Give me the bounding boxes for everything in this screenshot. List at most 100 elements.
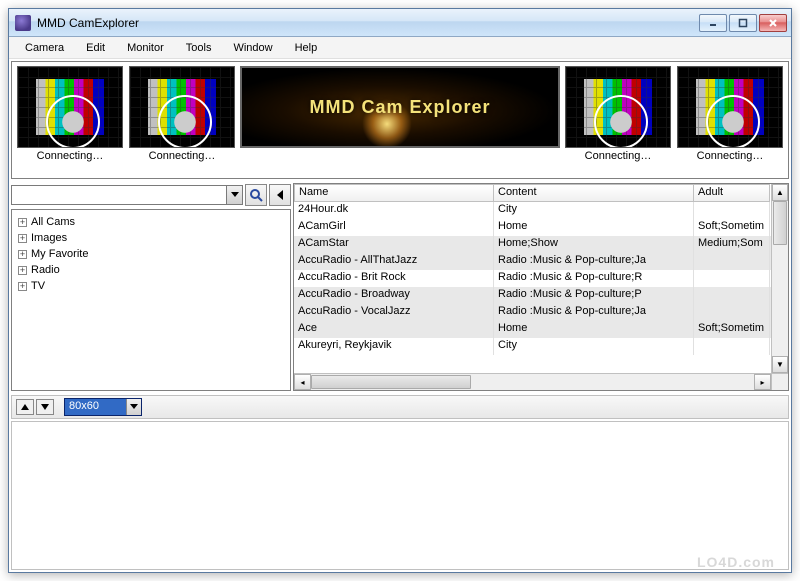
test-pattern-icon: [677, 66, 783, 148]
thumbnail-label: Connecting…: [128, 150, 236, 162]
maximize-icon: [738, 18, 748, 28]
banner-text: MMD Cam Explorer: [309, 97, 490, 118]
cell-content: City: [494, 338, 694, 355]
minimize-button[interactable]: [699, 14, 727, 32]
scroll-thumb[interactable]: [773, 201, 787, 245]
cell-content: Radio :Music & Pop-culture;Ja: [494, 304, 694, 321]
cell-adult: Soft;Sometim: [694, 219, 770, 236]
column-header-adult[interactable]: Adult: [694, 184, 770, 202]
table-row[interactable]: AccuRadio - Brit RockRadio :Music & Pop-…: [294, 270, 788, 287]
test-pattern-icon: [129, 66, 235, 148]
expand-icon[interactable]: +: [18, 234, 27, 243]
thumbnail-item[interactable]: Connecting…: [564, 66, 672, 162]
cell-content: Home: [494, 321, 694, 338]
search-input[interactable]: [12, 186, 226, 204]
size-selector[interactable]: 80x60: [64, 398, 142, 416]
tree-item-tv[interactable]: + TV: [16, 278, 286, 294]
thumbnail-item[interactable]: Connecting…: [676, 66, 784, 162]
thumbnail-item[interactable]: Connecting…: [128, 66, 236, 162]
column-header-content[interactable]: Content: [494, 184, 694, 202]
search-dropdown-button[interactable]: [226, 186, 242, 204]
scroll-left-button[interactable]: ◂: [294, 374, 311, 390]
table-row[interactable]: Akureyri, ReykjavikCity: [294, 338, 788, 355]
app-window: MMD CamExplorer Camera Edit Monitor Tool…: [8, 8, 792, 573]
menubar: Camera Edit Monitor Tools Window Help: [9, 37, 791, 59]
results-table: Name Content Adult 24Hour.dkCity ACamGir…: [293, 183, 789, 391]
scroll-up-button[interactable]: ▲: [772, 184, 788, 201]
table-row[interactable]: AceHomeSoft;Sometim: [294, 321, 788, 338]
cell-content: Radio :Music & Pop-culture;R: [494, 270, 694, 287]
size-dropdown-button[interactable]: [126, 399, 141, 415]
horizontal-scrollbar[interactable]: ◂ ▸: [294, 373, 771, 390]
tree-label: Radio: [31, 264, 60, 276]
cell-adult: Soft;Sometim: [694, 321, 770, 338]
table-row[interactable]: AccuRadio - BroadwayRadio :Music & Pop-c…: [294, 287, 788, 304]
table-row[interactable]: ACamGirlHomeSoft;Sometim: [294, 219, 788, 236]
expand-icon[interactable]: +: [18, 218, 27, 227]
cell-adult: [694, 338, 770, 355]
search-button[interactable]: [245, 184, 267, 206]
search-bar: [11, 183, 291, 207]
thumbnail-item[interactable]: Connecting…: [16, 66, 124, 162]
sort-descending-button[interactable]: [36, 399, 54, 415]
cell-name: AccuRadio - Brit Rock: [294, 270, 494, 287]
lower-toolbar: 80x60: [11, 395, 789, 419]
sort-ascending-button[interactable]: [16, 399, 34, 415]
cell-adult: Medium;Som: [694, 236, 770, 253]
scroll-track[interactable]: [311, 374, 754, 390]
column-header-name[interactable]: Name: [294, 184, 494, 202]
tree-item-all-cams[interactable]: + All Cams: [16, 214, 286, 230]
cell-name: AccuRadio - VocalJazz: [294, 304, 494, 321]
tree-item-radio[interactable]: + Radio: [16, 262, 286, 278]
menu-camera[interactable]: Camera: [15, 40, 74, 56]
menu-edit[interactable]: Edit: [76, 40, 115, 56]
close-button[interactable]: [759, 14, 787, 32]
thumbnail-label: Connecting…: [16, 150, 124, 162]
maximize-button[interactable]: [729, 14, 757, 32]
cell-adult: [694, 304, 770, 321]
window-title: MMD CamExplorer: [37, 16, 699, 30]
expand-icon[interactable]: +: [18, 266, 27, 275]
cell-name: Ace: [294, 321, 494, 338]
menu-help[interactable]: Help: [285, 40, 328, 56]
cell-adult: [694, 287, 770, 304]
menu-tools[interactable]: Tools: [176, 40, 222, 56]
vertical-scrollbar[interactable]: ▲ ▼: [771, 184, 788, 373]
test-pattern-icon: [565, 66, 671, 148]
middle-region: + All Cams + Images + My Favorite + Radi…: [11, 183, 789, 391]
scroll-down-button[interactable]: ▼: [772, 356, 788, 373]
cell-name: AccuRadio - AllThatJazz: [294, 253, 494, 270]
search-combo[interactable]: [11, 185, 243, 205]
table-row[interactable]: ACamStarHome;ShowMedium;Som: [294, 236, 788, 253]
expand-icon[interactable]: +: [18, 282, 27, 291]
tree-label: TV: [31, 280, 45, 292]
category-tree[interactable]: + All Cams + Images + My Favorite + Radi…: [11, 209, 291, 391]
tree-item-images[interactable]: + Images: [16, 230, 286, 246]
cell-name: AccuRadio - Broadway: [294, 287, 494, 304]
table-row[interactable]: AccuRadio - VocalJazzRadio :Music & Pop-…: [294, 304, 788, 321]
scroll-right-button[interactable]: ▸: [754, 374, 771, 390]
expand-icon[interactable]: +: [18, 250, 27, 259]
scroll-track[interactable]: [772, 201, 788, 356]
cell-content: City: [494, 202, 694, 219]
minimize-icon: [708, 18, 718, 28]
collapse-arrow-icon: [275, 189, 285, 201]
table-row[interactable]: AccuRadio - AllThatJazzRadio :Music & Po…: [294, 253, 788, 270]
tree-label: My Favorite: [31, 248, 88, 260]
menu-window[interactable]: Window: [223, 40, 282, 56]
scroll-corner: [771, 373, 788, 390]
collapse-button[interactable]: [269, 184, 291, 206]
banner[interactable]: MMD Cam Explorer: [240, 66, 560, 148]
left-pane: + All Cams + Images + My Favorite + Radi…: [11, 183, 291, 391]
scroll-thumb[interactable]: [311, 375, 471, 389]
table-body: 24Hour.dkCity ACamGirlHomeSoft;Sometim A…: [294, 202, 788, 390]
thumbnail-label: Connecting…: [564, 150, 672, 162]
cell-name: 24Hour.dk: [294, 202, 494, 219]
cell-name: ACamGirl: [294, 219, 494, 236]
menu-monitor[interactable]: Monitor: [117, 40, 174, 56]
tree-item-my-favorite[interactable]: + My Favorite: [16, 246, 286, 262]
table-row[interactable]: 24Hour.dkCity: [294, 202, 788, 219]
cell-content: Radio :Music & Pop-culture;P: [494, 287, 694, 304]
cell-adult: [694, 270, 770, 287]
thumbnail-label: Connecting…: [676, 150, 784, 162]
